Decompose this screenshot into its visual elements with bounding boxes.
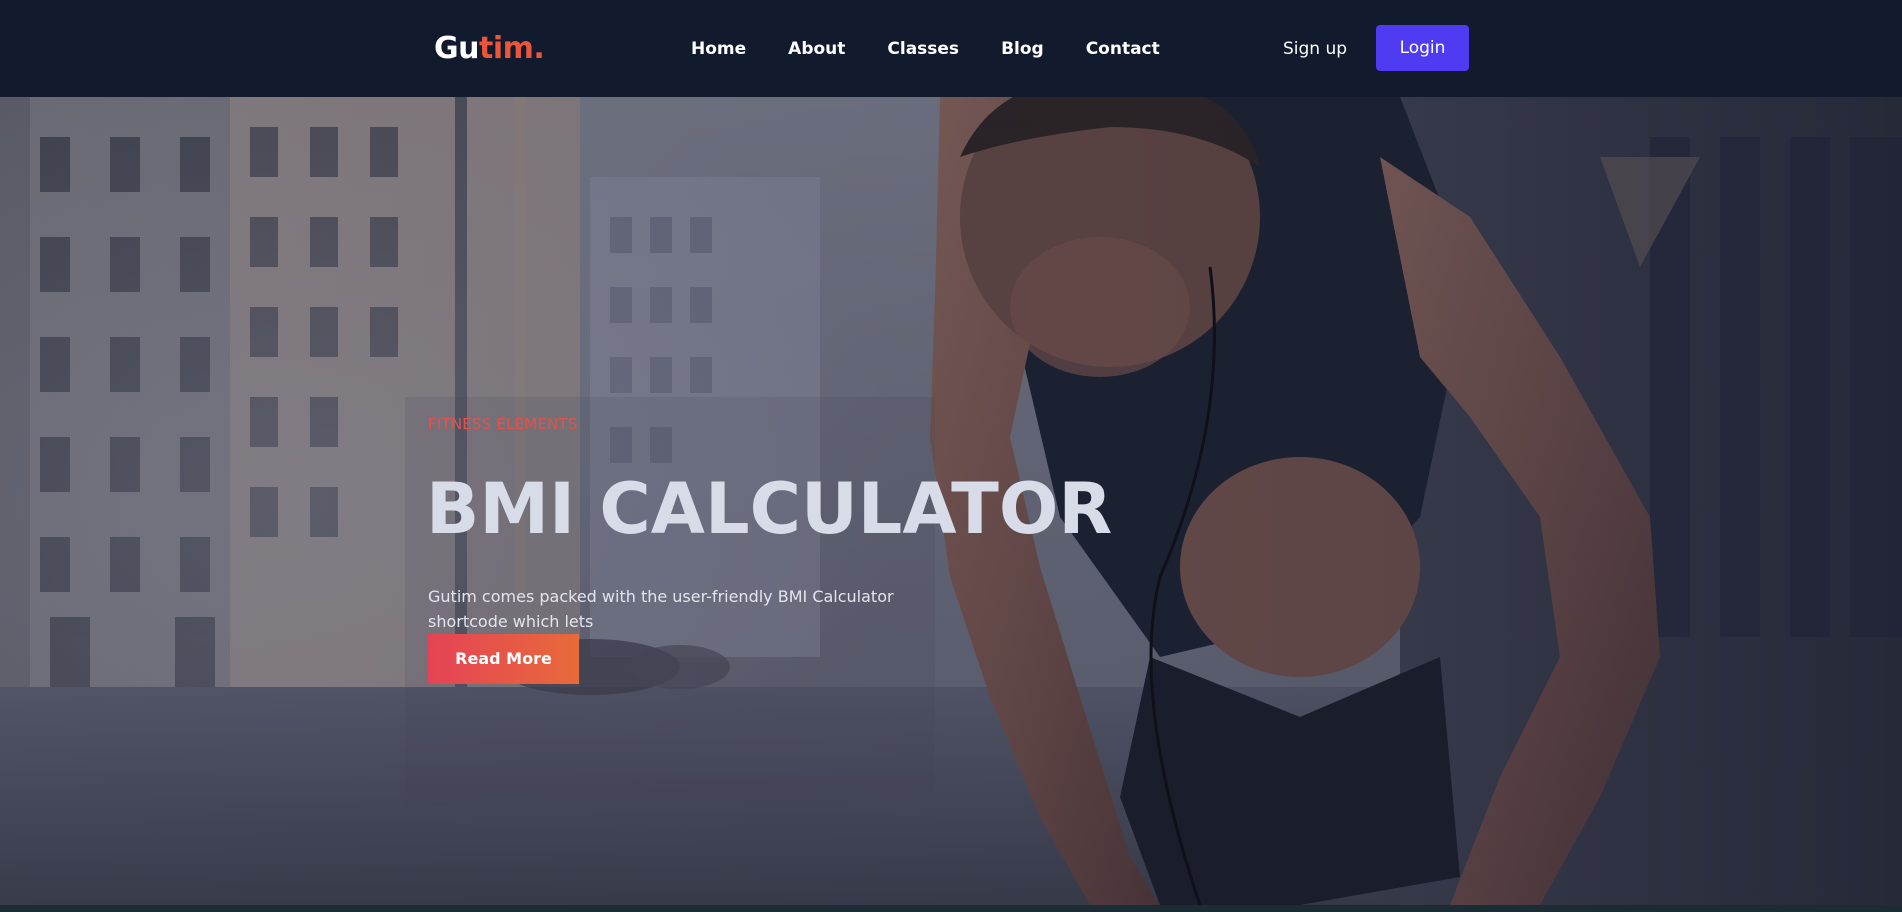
hero-title: BMI CALCULATOR <box>426 468 1113 550</box>
nav-contact[interactable]: Contact <box>1086 36 1160 62</box>
nav-home[interactable]: Home <box>691 36 746 62</box>
signup-link[interactable]: Sign up <box>1283 36 1347 62</box>
logo-text-primary: Gu <box>434 31 479 66</box>
site-header: Gutim. Home About Classes Blog Contact S… <box>0 0 1902 97</box>
login-button[interactable]: Login <box>1376 25 1469 71</box>
nav-about[interactable]: About <box>788 36 845 62</box>
logo-text-accent: tim. <box>478 31 545 66</box>
nav-classes[interactable]: Classes <box>887 36 959 62</box>
nav-blog[interactable]: Blog <box>1001 36 1044 62</box>
hero-section: FITNESS ELEMENTS BMI CALCULATOR Gutim co… <box>0 97 1902 905</box>
main-nav: Home About Classes Blog Contact <box>691 36 1160 62</box>
site-logo[interactable]: Gutim. <box>434 30 545 68</box>
hero-description: Gutim comes packed with the user-friendl… <box>428 587 894 631</box>
hero-eyebrow: FITNESS ELEMENTS <box>428 415 578 433</box>
read-more-button[interactable]: Read More <box>428 634 579 684</box>
page-bottom-edge <box>0 905 1902 912</box>
